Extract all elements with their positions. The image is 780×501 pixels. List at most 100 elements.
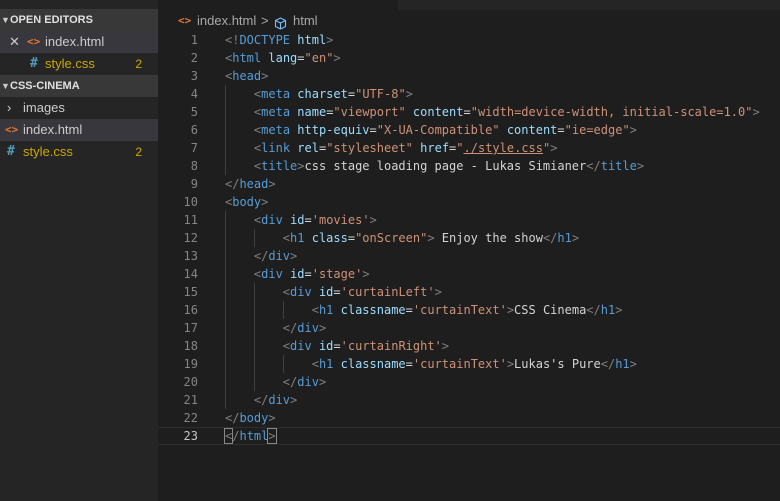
active-tab[interactable] xyxy=(158,0,398,10)
breadcrumb-file[interactable]: index.html xyxy=(197,10,256,32)
code-token: http-equiv xyxy=(297,123,370,137)
code-line[interactable]: 9 </head> xyxy=(158,175,780,193)
project-folder-header[interactable]: ▼ CSS-CINEMA xyxy=(0,75,158,97)
code-line[interactable]: 16 <h1 classname='curtainText'>CSS Cinem… xyxy=(158,301,780,319)
code-line[interactable]: 2 <html lang="en"> xyxy=(158,49,780,67)
code-line[interactable]: 7 <link rel="stylesheet" href="./style.c… xyxy=(158,139,780,157)
code-line[interactable]: 1 <!DOCTYPE html> xyxy=(158,31,780,49)
code-line[interactable]: 19 <h1 classname='curtainText'>Lukas's P… xyxy=(158,355,780,373)
problems-badge: 2 xyxy=(135,57,142,71)
code-token: html xyxy=(239,429,269,443)
code-token: h1 xyxy=(600,303,616,317)
code-token: </ xyxy=(586,303,601,317)
line-number: 14 xyxy=(183,267,198,281)
code-token: </ xyxy=(282,321,298,335)
editor-pane[interactable]: <> index.html > html 1 <!DOCTYPE html> 2 <h… xyxy=(158,0,780,501)
code-token: > xyxy=(369,213,377,227)
code-token: head xyxy=(232,69,262,83)
code-line[interactable]: 5 <meta name="viewport" content="width=d… xyxy=(158,103,780,121)
code-line[interactable]: 18 <div id='curtainRight'> xyxy=(158,337,780,355)
code-token: "en" xyxy=(304,51,334,65)
css-file-icon: # xyxy=(30,56,38,71)
close-icon[interactable]: ✕ xyxy=(9,31,20,53)
code-area[interactable]: 1 <!DOCTYPE html> 2 <html lang="en"> 3 <head>… xyxy=(158,31,780,445)
code-token: html xyxy=(232,51,262,65)
code-line[interactable]: 15 <div id='curtainLeft'> xyxy=(158,283,780,301)
line-number: 21 xyxy=(183,393,198,407)
line-content: <div id='movies'> xyxy=(225,211,377,229)
vscode-window: ▼ OPEN EDITORS ✕ <> index.html # style.c… xyxy=(0,0,780,501)
code-line[interactable]: 21 </div> xyxy=(158,391,780,409)
tree-item-style-css[interactable]: # style.css 2 xyxy=(0,141,158,163)
line-content: <link rel="stylesheet" href="./style.css… xyxy=(225,139,558,157)
line-number: 2 xyxy=(190,51,198,65)
line-number: 7 xyxy=(190,141,198,155)
code-token: > xyxy=(318,375,327,389)
bracket-match: > xyxy=(267,428,277,444)
tab-strip xyxy=(158,0,780,10)
code-line[interactable]: 6 <meta http-equiv="X-UA-Compatible" con… xyxy=(158,121,780,139)
code-line[interactable]: 22 </body> xyxy=(158,409,780,427)
chevron-down-icon: ▼ xyxy=(1,81,10,91)
code-token: > xyxy=(506,357,515,371)
line-content: <body> xyxy=(225,193,268,211)
open-editors-header[interactable]: ▼ OPEN EDITORS xyxy=(0,9,158,31)
line-content: <h1 classname='curtainText'>Lukas's Pure… xyxy=(225,355,637,373)
code-token: name xyxy=(297,105,327,119)
code-token: html xyxy=(297,33,327,47)
code-line[interactable]: 8 <title>css stage loading page - Lukas … xyxy=(158,157,780,175)
code-token: title xyxy=(600,159,637,173)
line-number: 18 xyxy=(183,339,198,353)
code-token: > xyxy=(362,267,370,281)
code-token: DOCTYPE xyxy=(239,33,291,47)
line-content: <head> xyxy=(225,67,268,85)
code-line[interactable]: 12 <h1 class="onScreen"> Enjoy the show<… xyxy=(158,229,780,247)
code-token: rel xyxy=(297,141,319,155)
html-file-icon: <> xyxy=(5,123,19,136)
code-token: Lukas's Pure xyxy=(514,357,601,371)
line-content: </body> xyxy=(225,409,276,427)
code-line[interactable]: 14 <div id='stage'> xyxy=(158,265,780,283)
code-token: body xyxy=(239,411,269,425)
line-number: 16 xyxy=(183,303,198,317)
code-token: "onScreen" xyxy=(355,231,428,245)
code-line[interactable]: 20 </div> xyxy=(158,373,780,391)
code-token: </ xyxy=(253,393,269,407)
line-number: 10 xyxy=(183,195,198,209)
code-token: "stylesheet" xyxy=(326,141,413,155)
code-token: "X-UA-Compatible" xyxy=(376,123,500,137)
line-content: <meta charset="UTF-8"> xyxy=(225,85,413,103)
tree-item-images[interactable]: › images xyxy=(0,97,158,119)
code-line[interactable]: 13 </div> xyxy=(158,247,780,265)
tree-item-index-html[interactable]: <> index.html xyxy=(0,119,158,141)
code-token: = xyxy=(304,213,312,227)
code-token: > xyxy=(629,357,637,371)
open-editor-style-css[interactable]: # style.css 2 xyxy=(0,53,158,75)
breadcrumb-symbol[interactable]: html xyxy=(293,10,318,32)
code-line[interactable]: 23 </html> xyxy=(158,427,780,445)
line-content: <title>css stage loading page - Lukas Si… xyxy=(225,157,644,175)
code-line[interactable]: 11 <div id='movies'> xyxy=(158,211,780,229)
code-line[interactable]: 10 <body> xyxy=(158,193,780,211)
explorer-sidebar: ▼ OPEN EDITORS ✕ <> index.html # style.c… xyxy=(0,0,158,501)
code-line[interactable]: 3 <head> xyxy=(158,67,780,85)
code-token: div xyxy=(290,285,312,299)
open-editor-index-html[interactable]: ✕ <> index.html xyxy=(0,31,158,53)
code-token: > xyxy=(268,177,276,191)
css-file-icon: # xyxy=(7,144,15,159)
code-token: "UTF-8" xyxy=(355,87,406,101)
code-token: div xyxy=(261,267,283,281)
line-number: 6 xyxy=(190,123,198,137)
code-token: h1 xyxy=(557,231,572,245)
code-token: </ xyxy=(225,177,240,191)
code-token: classname xyxy=(340,357,406,371)
code-line[interactable]: 17 </div> xyxy=(158,319,780,337)
line-content: </div> xyxy=(225,247,297,265)
code-line[interactable]: 4 <meta charset="UTF-8"> xyxy=(158,85,780,103)
code-token: = xyxy=(347,231,356,245)
